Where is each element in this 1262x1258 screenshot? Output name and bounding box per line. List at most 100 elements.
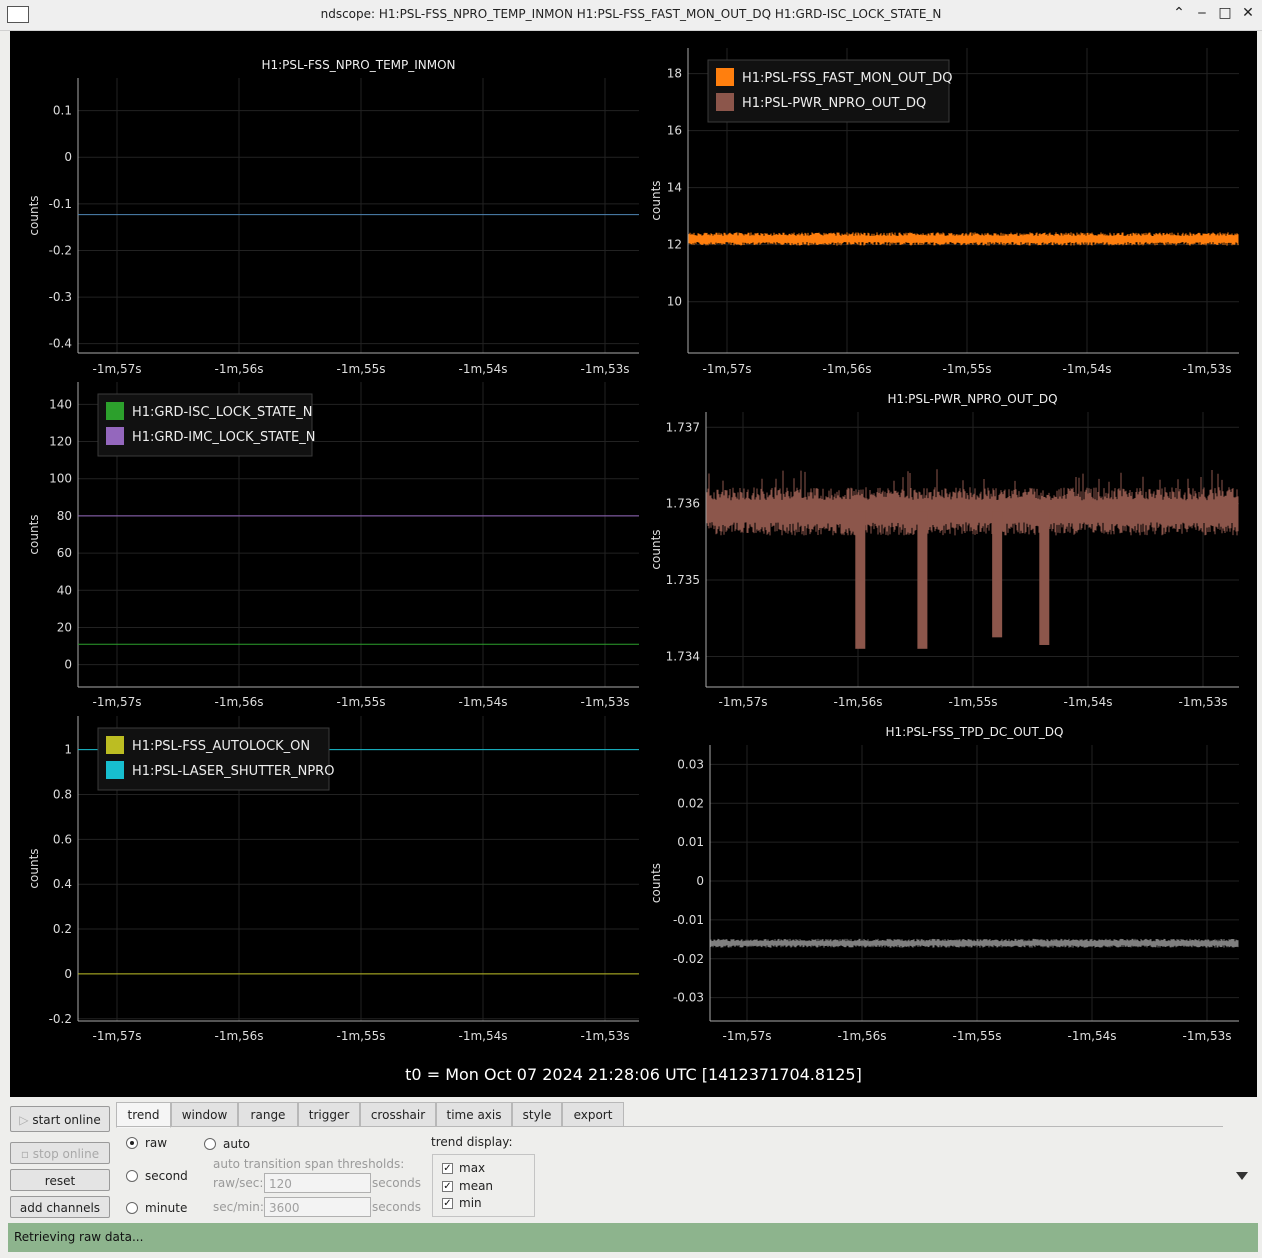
x-tick-label: -1m,53s: [581, 695, 630, 709]
tab-trend[interactable]: trend: [116, 1102, 171, 1128]
y-tick-label: 0.6: [53, 832, 72, 846]
legend-entry: H1:PSL-LASER_SHUTTER_NPRO: [132, 764, 334, 779]
plot-panel-6[interactable]: -1m,57s -1m,56s -1m,55s -1m,54s -1m,53s 0.03 0…: [649, 725, 1239, 1043]
x-tick-label: -1m,54s: [1068, 1029, 1117, 1043]
series-trace: [688, 232, 1239, 246]
y-tick-label: 0.02: [677, 796, 704, 810]
x-tick-label: -1m,57s: [93, 362, 142, 376]
start-online-button[interactable]: ▷ start online: [10, 1106, 110, 1132]
play-icon: ▷: [19, 1113, 33, 1127]
legend-box: [97, 393, 313, 457]
stop-online-button[interactable]: ▫ stop online: [10, 1142, 110, 1164]
window-titlebar: ndscope: H1:PSL-FSS_NPRO_TEMP_INMON H1:P…: [0, 0, 1262, 31]
auto-radio[interactable]: [204, 1138, 216, 1150]
raw-label: raw: [145, 1136, 168, 1150]
plot-grid[interactable]: -1m,57s -1m,56s -1m,55s -1m,54s -1m,53s 0.1 0 -…: [10, 31, 1257, 1097]
plot-area: -1m,57s -1m,56s -1m,55s -1m,54s -1m,53s 0.1 0 -…: [10, 31, 1257, 1097]
x-tick-label: -1m,55s: [337, 1029, 386, 1043]
shade-button[interactable]: ⌃: [1170, 5, 1188, 21]
plot-title: H1:PSL-FSS_TPD_DC_OUT_DQ: [886, 725, 1064, 739]
y-tick-label: 0.8: [53, 787, 72, 801]
y-tick-label: 14: [667, 181, 682, 195]
y-tick-label: 40: [57, 583, 72, 597]
legend-entry: H1:PSL-PWR_NPRO_OUT_DQ: [742, 96, 926, 111]
plot-panel-5[interactable]: -1m,57s -1m,56s -1m,55s -1m,54s -1m,53s 1 0.8 0…: [27, 716, 639, 1043]
y-tick-label: 80: [57, 509, 72, 523]
tab-range[interactable]: range: [238, 1102, 298, 1127]
y-tick-label: 0.01: [677, 835, 704, 849]
plot-panel-3[interactable]: -1m,57s -1m,56s -1m,55s -1m,54s -1m,53s 140 12…: [27, 382, 639, 709]
x-tick-label: -1m,56s: [823, 362, 872, 376]
y-axis-label: counts: [27, 195, 41, 235]
y-tick-label: 1.737: [666, 420, 700, 434]
x-tick-label: -1m,53s: [581, 1029, 630, 1043]
tab-crosshair[interactable]: crosshair: [360, 1102, 436, 1127]
min-checkbox[interactable]: ✓: [442, 1198, 453, 1209]
x-tick-label: -1m,54s: [459, 1029, 508, 1043]
maximize-button[interactable]: □: [1216, 5, 1234, 21]
y-tick-label: 10: [667, 295, 682, 309]
minute-radio[interactable]: [126, 1202, 138, 1214]
x-tick-label: -1m,54s: [1064, 695, 1113, 709]
x-tick-label: -1m,56s: [838, 1029, 887, 1043]
y-axis-label: counts: [649, 529, 663, 569]
x-tick-label: -1m,57s: [719, 695, 768, 709]
y-tick-label: -0.01: [673, 913, 704, 927]
tab-time-axis[interactable]: time axis: [436, 1102, 512, 1127]
max-label: max: [459, 1161, 486, 1175]
x-tick-label: -1m,56s: [215, 362, 264, 376]
minimize-button[interactable]: ‒: [1193, 5, 1211, 21]
y-tick-label: -0.02: [673, 952, 704, 966]
plot-title: H1:PSL-PWR_NPRO_OUT_DQ: [887, 392, 1057, 406]
tab-window[interactable]: window: [171, 1102, 238, 1127]
reset-button[interactable]: reset: [10, 1169, 110, 1191]
raw-sec-input[interactable]: 120: [264, 1173, 371, 1193]
x-tick-label: -1m,55s: [953, 1029, 1002, 1043]
collapse-arrow-icon[interactable]: [1236, 1172, 1248, 1180]
add-channels-button[interactable]: add channels: [10, 1196, 110, 1218]
mean-checkbox[interactable]: ✓: [442, 1181, 453, 1192]
max-checkbox[interactable]: ✓: [442, 1163, 453, 1174]
second-label: second: [145, 1169, 188, 1183]
x-tick-label: -1m,53s: [1183, 362, 1232, 376]
y-tick-label: -0.4: [49, 337, 72, 351]
legend-entry: H1:PSL-FSS_AUTOLOCK_ON: [132, 739, 310, 754]
y-tick-label: 0: [696, 874, 704, 888]
tab-export[interactable]: export: [562, 1102, 624, 1127]
x-tick-label: -1m,54s: [1063, 362, 1112, 376]
stop-icon: ▫: [20, 1147, 33, 1161]
x-tick-label: -1m,57s: [703, 362, 752, 376]
y-tick-label: -0.2: [49, 243, 72, 257]
plot-panel-4[interactable]: -1m,57s -1m,56s -1m,55s -1m,54s -1m,53s 1.737…: [649, 392, 1239, 709]
y-tick-label: 1.735: [666, 573, 700, 587]
second-radio[interactable]: [126, 1170, 138, 1182]
tab-trigger[interactable]: trigger: [298, 1102, 360, 1127]
y-tick-label: 140: [49, 397, 72, 411]
plot-panel-2[interactable]: -1m,57s -1m,56s -1m,55s -1m,54s -1m,53s 18 16 1…: [649, 48, 1239, 376]
trend-display-group: ✓ max ✓ mean ✓ min: [432, 1154, 535, 1217]
sec-min-input[interactable]: 3600: [264, 1197, 371, 1217]
tab-style[interactable]: style: [512, 1102, 562, 1127]
raw-radio[interactable]: [126, 1137, 138, 1149]
legend-swatch: [106, 761, 124, 779]
control-panel: ▷ start online ▫ stop online reset add c…: [0, 1098, 1262, 1222]
y-tick-label: 1: [64, 743, 72, 757]
sec-min-label: sec/min:: [213, 1200, 264, 1214]
y-tick-label: 16: [667, 124, 682, 138]
y-tick-label: 1.736: [666, 497, 700, 511]
legend-swatch: [106, 427, 124, 445]
legend-swatch: [106, 402, 124, 420]
close-button[interactable]: ✕: [1239, 5, 1257, 21]
plot-panel-1[interactable]: -1m,57s -1m,56s -1m,55s -1m,54s -1m,53s 0.1 0 -…: [27, 58, 639, 376]
legend-swatch: [716, 93, 734, 111]
y-axis-label: counts: [27, 514, 41, 554]
status-bar: Retrieving raw data...: [8, 1223, 1258, 1252]
mean-label: mean: [459, 1179, 494, 1193]
y-tick-label: 0.1: [53, 104, 72, 118]
y-tick-label: 0.2: [53, 922, 72, 936]
y-tick-label: 18: [667, 67, 682, 81]
y-axis-label: counts: [649, 180, 663, 220]
x-tick-label: -1m,53s: [581, 362, 630, 376]
series-dip: [992, 511, 1003, 638]
series-dip: [917, 511, 928, 649]
